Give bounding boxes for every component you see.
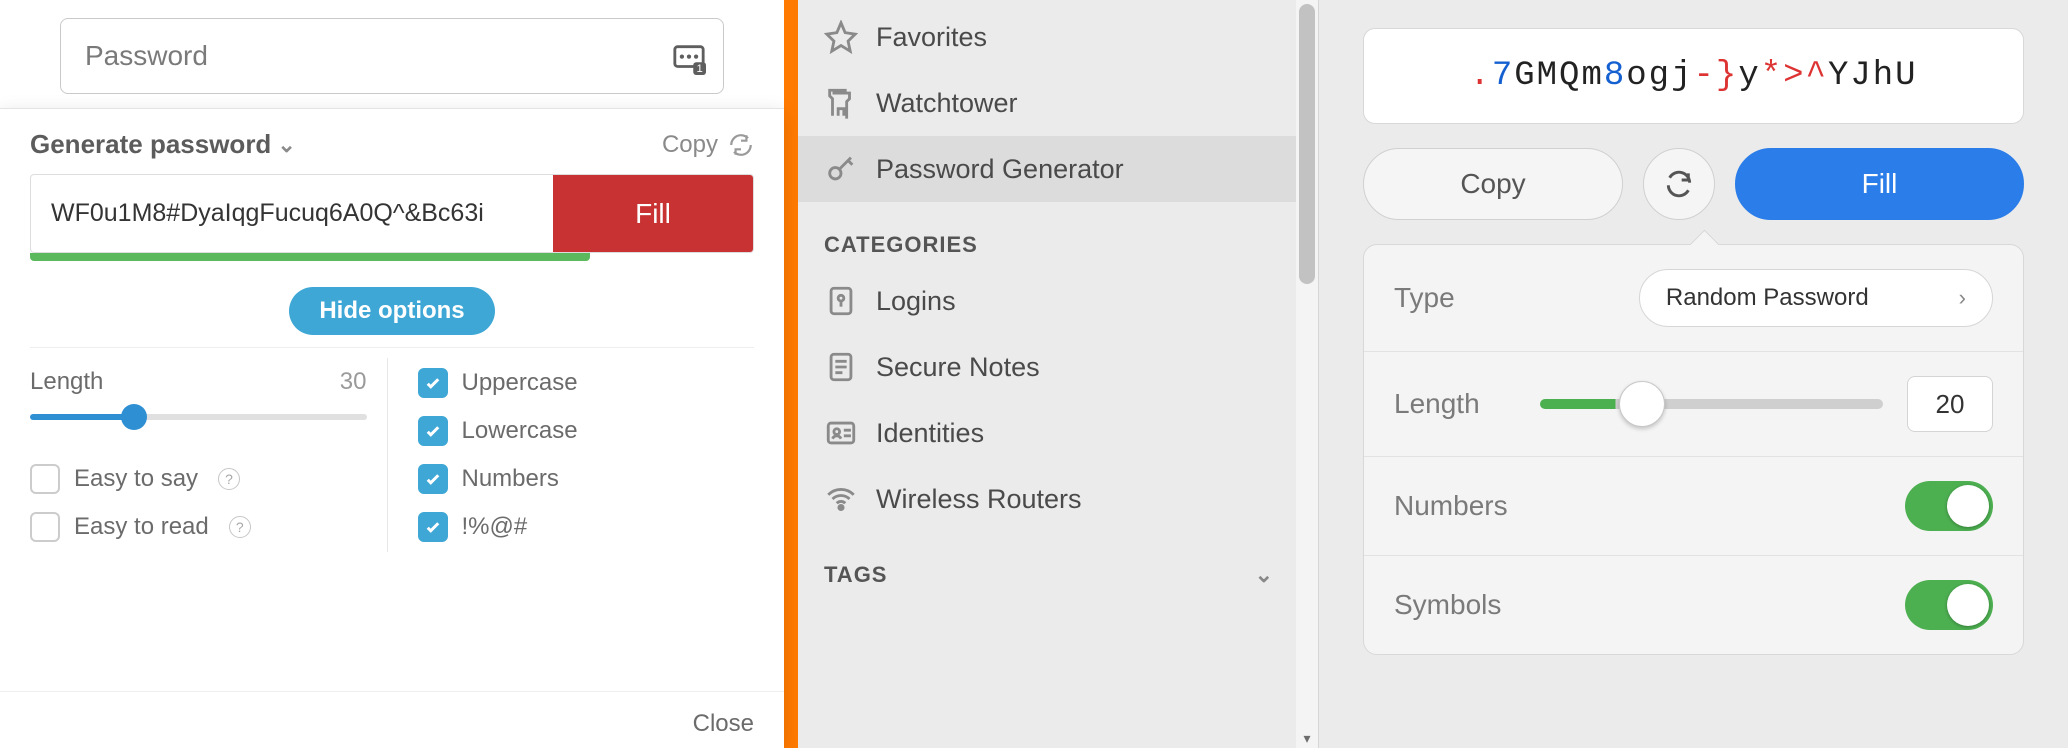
sidebar-item-label: Password Generator bbox=[876, 154, 1124, 185]
sidebar-item-logins[interactable]: Logins bbox=[798, 268, 1318, 334]
password-manager-icon[interactable]: 1 bbox=[672, 41, 706, 71]
easy-to-say-label: Easy to say bbox=[74, 465, 198, 493]
onepassword-generator-panel: .7GMQm8ogj-}y*>^YJhU Copy Fill Type Rand… bbox=[1318, 0, 2068, 748]
generated-password-text: WF0u1M8#DyaIqgFucuq6A0Q^&Bc63i bbox=[31, 175, 553, 252]
generated-password-row: WF0u1M8#DyaIqgFucuq6A0Q^&Bc63i Fill bbox=[30, 174, 754, 253]
lastpass-generator-panel: 1 Generate password ⌄ Copy WF0u1M8#DyaIq… bbox=[0, 0, 784, 748]
scrollbar-thumb[interactable] bbox=[1299, 4, 1315, 284]
note-icon bbox=[824, 350, 858, 384]
length-label: Length bbox=[30, 368, 103, 396]
numbers-label: Numbers bbox=[1394, 490, 1508, 522]
strength-bar bbox=[30, 253, 590, 261]
type-value: Random Password bbox=[1666, 284, 1869, 312]
checkbox-icon bbox=[418, 368, 448, 398]
help-icon[interactable]: ? bbox=[218, 468, 240, 490]
length-row: Length bbox=[1364, 352, 2023, 457]
easy-to-read-option[interactable]: Easy to read ? bbox=[30, 512, 367, 542]
copy-button[interactable]: Copy bbox=[662, 131, 718, 159]
password-field-wrap: 1 bbox=[0, 0, 784, 104]
generator-settings-card: Type Random Password › Length Numbers Sy… bbox=[1363, 244, 2024, 655]
generator-title[interactable]: Generate password ⌄ bbox=[30, 129, 296, 160]
castle-icon bbox=[824, 86, 858, 120]
checkbox-icon bbox=[418, 464, 448, 494]
refresh-button[interactable] bbox=[1643, 148, 1715, 220]
sidebar-item-label: Favorites bbox=[876, 22, 987, 53]
options-grid: Length 30 Easy to say ? Easy to read ? bbox=[0, 358, 784, 552]
fill-button[interactable]: Fill bbox=[1735, 148, 2024, 220]
generated-password-display: .7GMQm8ogj-}y*>^YJhU bbox=[1363, 28, 2024, 124]
onepassword-sidebar: Favorites Watchtower Password Generator … bbox=[798, 0, 1318, 748]
tags-header[interactable]: TAGS ⌄ bbox=[798, 532, 1318, 598]
password-input[interactable] bbox=[60, 18, 724, 94]
lowercase-option[interactable]: Lowercase bbox=[418, 416, 755, 446]
length-value: 30 bbox=[340, 368, 367, 396]
checkbox-icon bbox=[418, 512, 448, 542]
lowercase-label: Lowercase bbox=[462, 417, 578, 445]
scroll-down-icon[interactable]: ▾ bbox=[1300, 730, 1314, 744]
generator-title-text: Generate password bbox=[30, 129, 271, 160]
easy-to-read-label: Easy to read bbox=[74, 513, 209, 541]
sidebar-item-label: Secure Notes bbox=[876, 352, 1040, 383]
sidebar-item-wireless-routers[interactable]: Wireless Routers bbox=[798, 466, 1318, 532]
length-input[interactable] bbox=[1907, 376, 1993, 432]
id-card-icon bbox=[824, 416, 858, 450]
chevron-down-icon: ⌄ bbox=[1255, 562, 1298, 588]
chevron-right-icon: › bbox=[1959, 285, 1966, 311]
close-button[interactable]: Close bbox=[693, 710, 754, 737]
symbols-option[interactable]: !%@# bbox=[418, 512, 755, 542]
type-row: Type Random Password › bbox=[1364, 245, 2023, 352]
type-label: Type bbox=[1394, 282, 1455, 314]
help-icon[interactable]: ? bbox=[229, 516, 251, 538]
copy-button[interactable]: Copy bbox=[1363, 148, 1623, 220]
uppercase-label: Uppercase bbox=[462, 369, 578, 397]
sidebar-item-password-generator[interactable]: Password Generator bbox=[798, 136, 1318, 202]
scrollbar-track[interactable]: ▾ bbox=[1296, 0, 1318, 748]
type-selector[interactable]: Random Password › bbox=[1639, 269, 1993, 327]
sidebar-item-label: Watchtower bbox=[876, 88, 1018, 119]
refresh-icon[interactable] bbox=[728, 132, 754, 158]
key-icon bbox=[824, 152, 858, 186]
checkbox-icon bbox=[418, 416, 448, 446]
symbols-label: !%@# bbox=[462, 513, 528, 541]
sidebar-item-identities[interactable]: Identities bbox=[798, 400, 1318, 466]
chevron-down-icon: ⌄ bbox=[277, 132, 295, 158]
symbols-label: Symbols bbox=[1394, 589, 1501, 621]
categories-header: CATEGORIES bbox=[798, 202, 1318, 268]
uppercase-option[interactable]: Uppercase bbox=[418, 368, 755, 398]
symbols-toggle[interactable] bbox=[1905, 580, 1993, 630]
star-icon bbox=[824, 20, 858, 54]
checkbox-icon bbox=[30, 512, 60, 542]
panel-divider bbox=[784, 0, 798, 748]
fill-button[interactable]: Fill bbox=[553, 175, 753, 252]
keyhole-icon bbox=[824, 284, 858, 318]
tags-header-text: TAGS bbox=[824, 562, 887, 588]
refresh-icon bbox=[1663, 168, 1695, 200]
generator-card: Generate password ⌄ Copy WF0u1M8#DyaIqgF… bbox=[0, 108, 784, 748]
svg-text:1: 1 bbox=[696, 63, 702, 75]
sidebar-item-label: Logins bbox=[876, 286, 956, 317]
sidebar-item-label: Identities bbox=[876, 418, 984, 449]
length-label: Length bbox=[1394, 388, 1480, 420]
sidebar-item-secure-notes[interactable]: Secure Notes bbox=[798, 334, 1318, 400]
checkbox-icon bbox=[30, 464, 60, 494]
easy-to-say-option[interactable]: Easy to say ? bbox=[30, 464, 367, 494]
numbers-label: Numbers bbox=[462, 465, 559, 493]
sidebar-item-watchtower[interactable]: Watchtower bbox=[798, 70, 1318, 136]
numbers-option[interactable]: Numbers bbox=[418, 464, 755, 494]
hide-options-button[interactable]: Hide options bbox=[289, 287, 494, 335]
wifi-icon bbox=[824, 482, 858, 516]
numbers-toggle[interactable] bbox=[1905, 481, 1993, 531]
length-slider[interactable] bbox=[30, 414, 367, 420]
categories-header-text: CATEGORIES bbox=[824, 232, 978, 258]
sidebar-item-favorites[interactable]: Favorites bbox=[798, 4, 1318, 70]
symbols-row: Symbols bbox=[1364, 556, 2023, 654]
length-slider[interactable] bbox=[1540, 399, 1883, 409]
numbers-row: Numbers bbox=[1364, 457, 2023, 556]
sidebar-item-label: Wireless Routers bbox=[876, 484, 1082, 515]
